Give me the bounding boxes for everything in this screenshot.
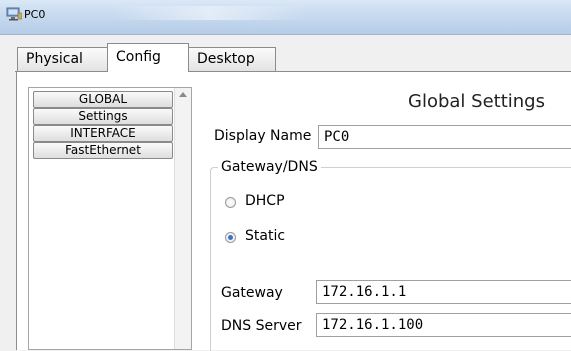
nav-settings[interactable]: Settings: [33, 108, 173, 125]
gateway-label: Gateway: [221, 285, 283, 301]
panel-title: Global Settings: [408, 91, 545, 112]
gateway-dns-group-title: Gateway/DNS: [218, 159, 321, 175]
title-bar[interactable]: PC0: [0, 0, 571, 35]
static-radio[interactable]: [225, 232, 236, 243]
tab-desktop[interactable]: Desktop: [188, 47, 276, 71]
dhcp-radio[interactable]: [225, 197, 236, 208]
nav-interface[interactable]: INTERFACE: [33, 125, 173, 142]
tab-physical[interactable]: Physical: [17, 47, 108, 71]
dns-server-input[interactable]: 172.16.1.100: [316, 313, 571, 337]
title-bar-glare: [110, 6, 310, 20]
dhcp-label[interactable]: DHCP: [245, 193, 285, 209]
scroll-up-icon[interactable]: [179, 92, 187, 97]
display-name-label: Display Name: [214, 128, 312, 144]
static-label[interactable]: Static: [245, 228, 285, 244]
display-name-input[interactable]: PC0: [318, 125, 571, 149]
nav-fastethernet[interactable]: FastEthernet: [33, 142, 173, 159]
pc-icon: [6, 7, 22, 21]
window-title: PC0: [24, 8, 46, 21]
tab-config[interactable]: Config: [107, 43, 189, 72]
dns-server-label: DNS Server: [221, 318, 302, 334]
nav-global[interactable]: GLOBAL: [33, 91, 173, 108]
nav-scrollbar[interactable]: [174, 88, 191, 349]
config-nav-list[interactable]: GLOBAL Settings INTERFACE FastEthernet: [28, 87, 192, 350]
gateway-input[interactable]: 172.16.1.1: [316, 280, 571, 304]
